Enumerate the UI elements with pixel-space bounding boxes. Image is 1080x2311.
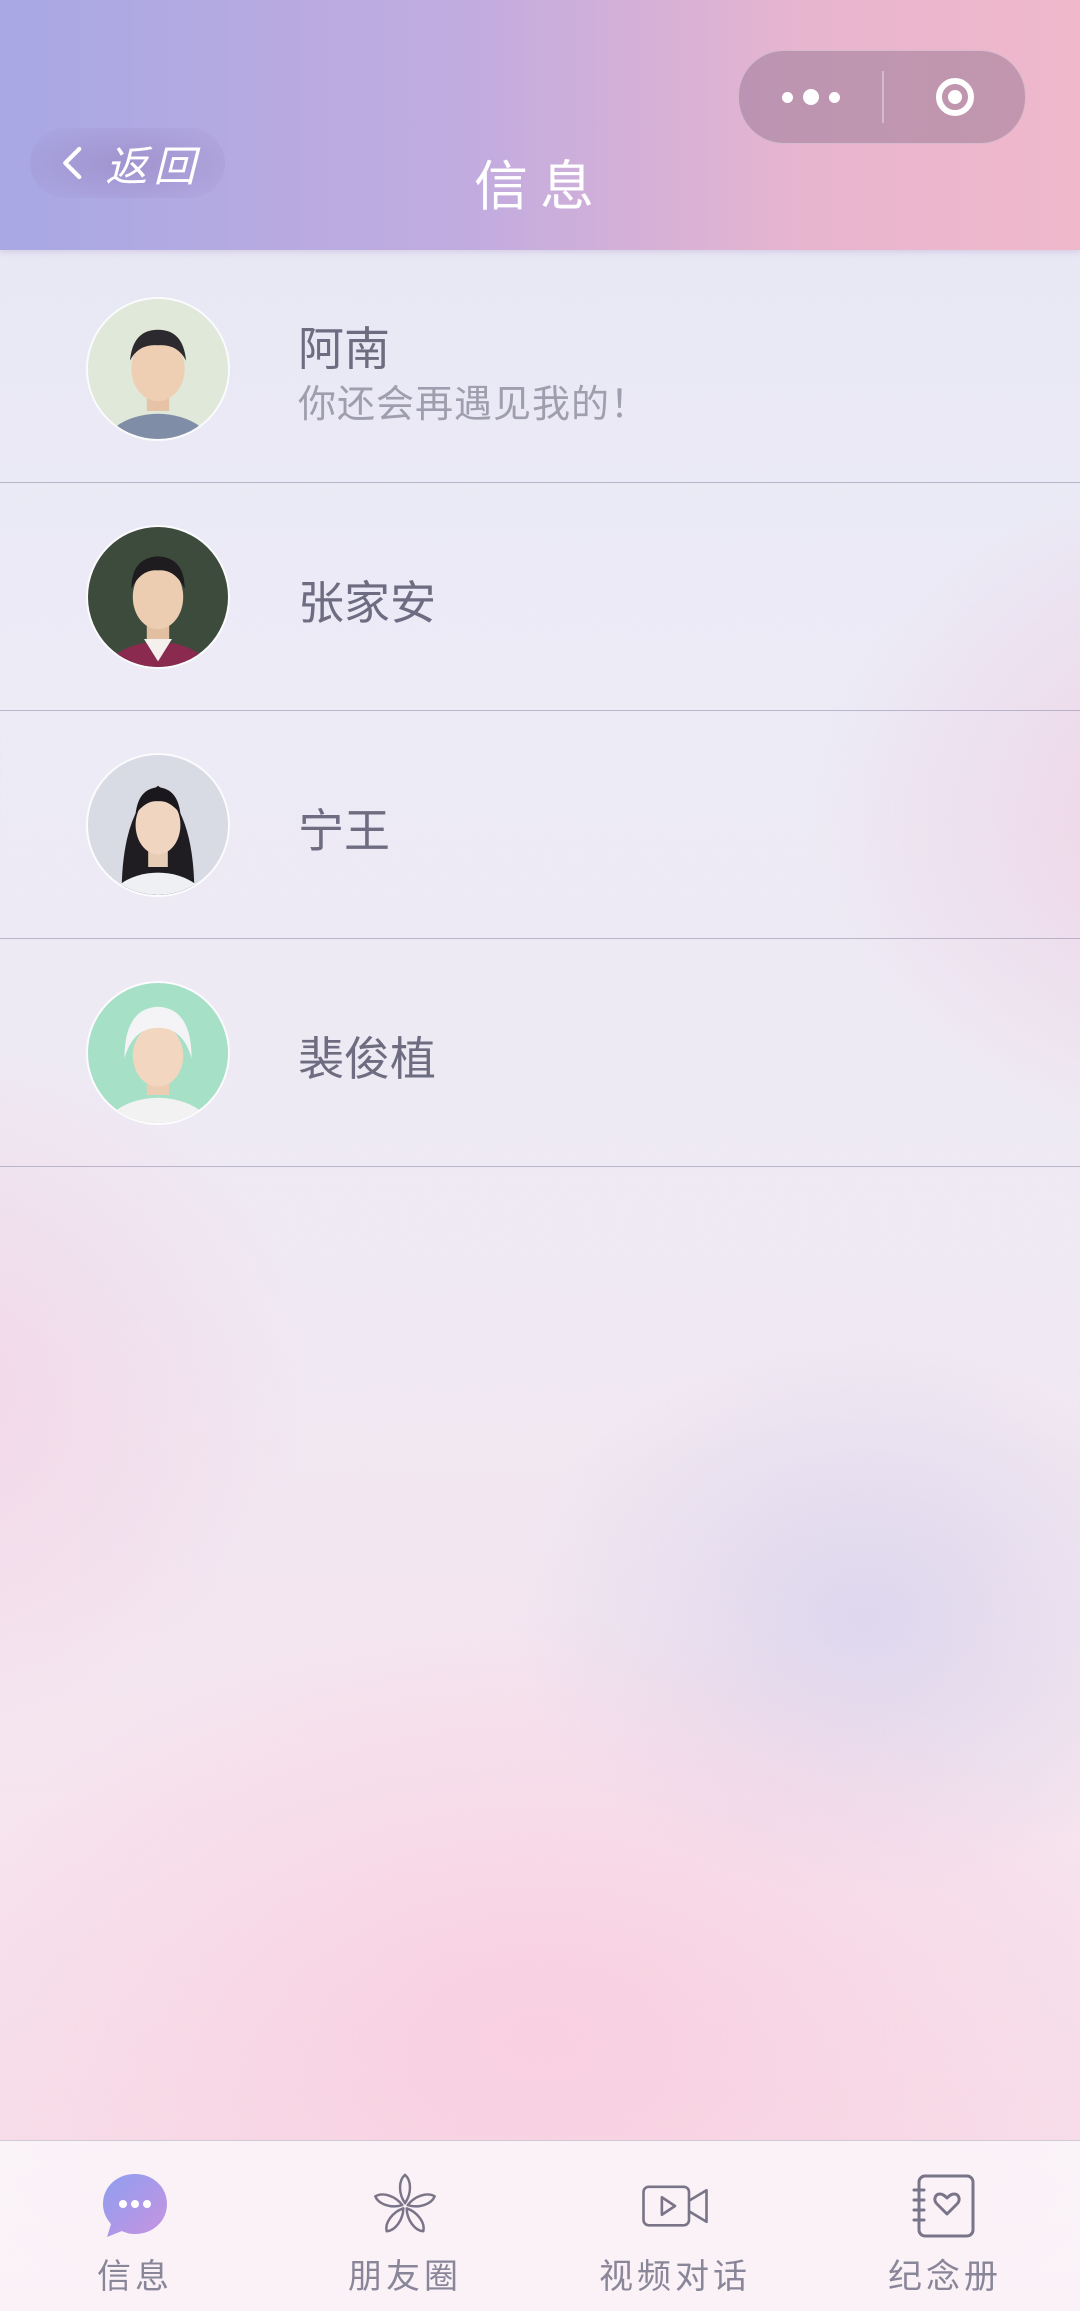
contact-row[interactable]: 张家安 [0,483,1080,711]
contact-row[interactable]: 宁王 [0,711,1080,939]
chat-bubble-icon [100,2171,170,2241]
nav-header: 返回 信息 [0,0,1080,250]
page-title: 信息 [474,155,606,218]
avatar-portrait-icon [88,299,228,439]
bottom-tab-bar: 信息 朋友圈 视频对话 纪念册 [0,2140,1080,2311]
contact-name: 阿南 [298,322,390,376]
contact-row[interactable]: 阿南 你还会再遇见我的！ [0,255,1080,483]
avatar-portrait-icon [88,527,228,667]
more-menu-button[interactable] [739,51,882,143]
close-mini-program-button[interactable] [884,51,1025,143]
tab-messages[interactable]: 信息 [0,2141,270,2311]
mini-program-capsule [738,50,1026,144]
video-camera-icon [640,2171,710,2241]
avatar [86,525,230,669]
more-dots-icon [781,91,793,103]
avatar-portrait-icon [88,755,228,895]
tab-label: 纪念册 [888,2257,1002,2297]
avatar [86,981,230,1125]
contact-name: 宁王 [298,804,390,858]
avatar [86,753,230,897]
more-dots-icon-right [828,91,840,103]
tab-label: 朋友圈 [348,2257,462,2297]
contact-row[interactable]: 裴俊植 [0,939,1080,1167]
tab-moments[interactable]: 朋友圈 [270,2141,540,2311]
contact-name: 张家安 [298,576,436,630]
contact-name: 裴俊植 [298,1032,436,1086]
contact-last-message: 你还会再遇见我的！ [298,382,650,426]
tab-video-chat[interactable]: 视频对话 [540,2141,810,2311]
avatar-portrait-icon [88,983,228,1123]
target-circle-icon [935,78,974,116]
contact-list: 阿南 你还会再遇见我的！ 张家安 宁王 裴俊植 [0,255,1080,1167]
tab-album[interactable]: 纪念册 [810,2141,1080,2311]
tab-label: 信息 [97,2257,173,2297]
avatar [86,297,230,441]
flower-icon [370,2171,440,2241]
more-dots-icon-center [802,89,819,105]
tab-label: 视频对话 [599,2257,751,2297]
album-heart-icon [910,2171,980,2241]
